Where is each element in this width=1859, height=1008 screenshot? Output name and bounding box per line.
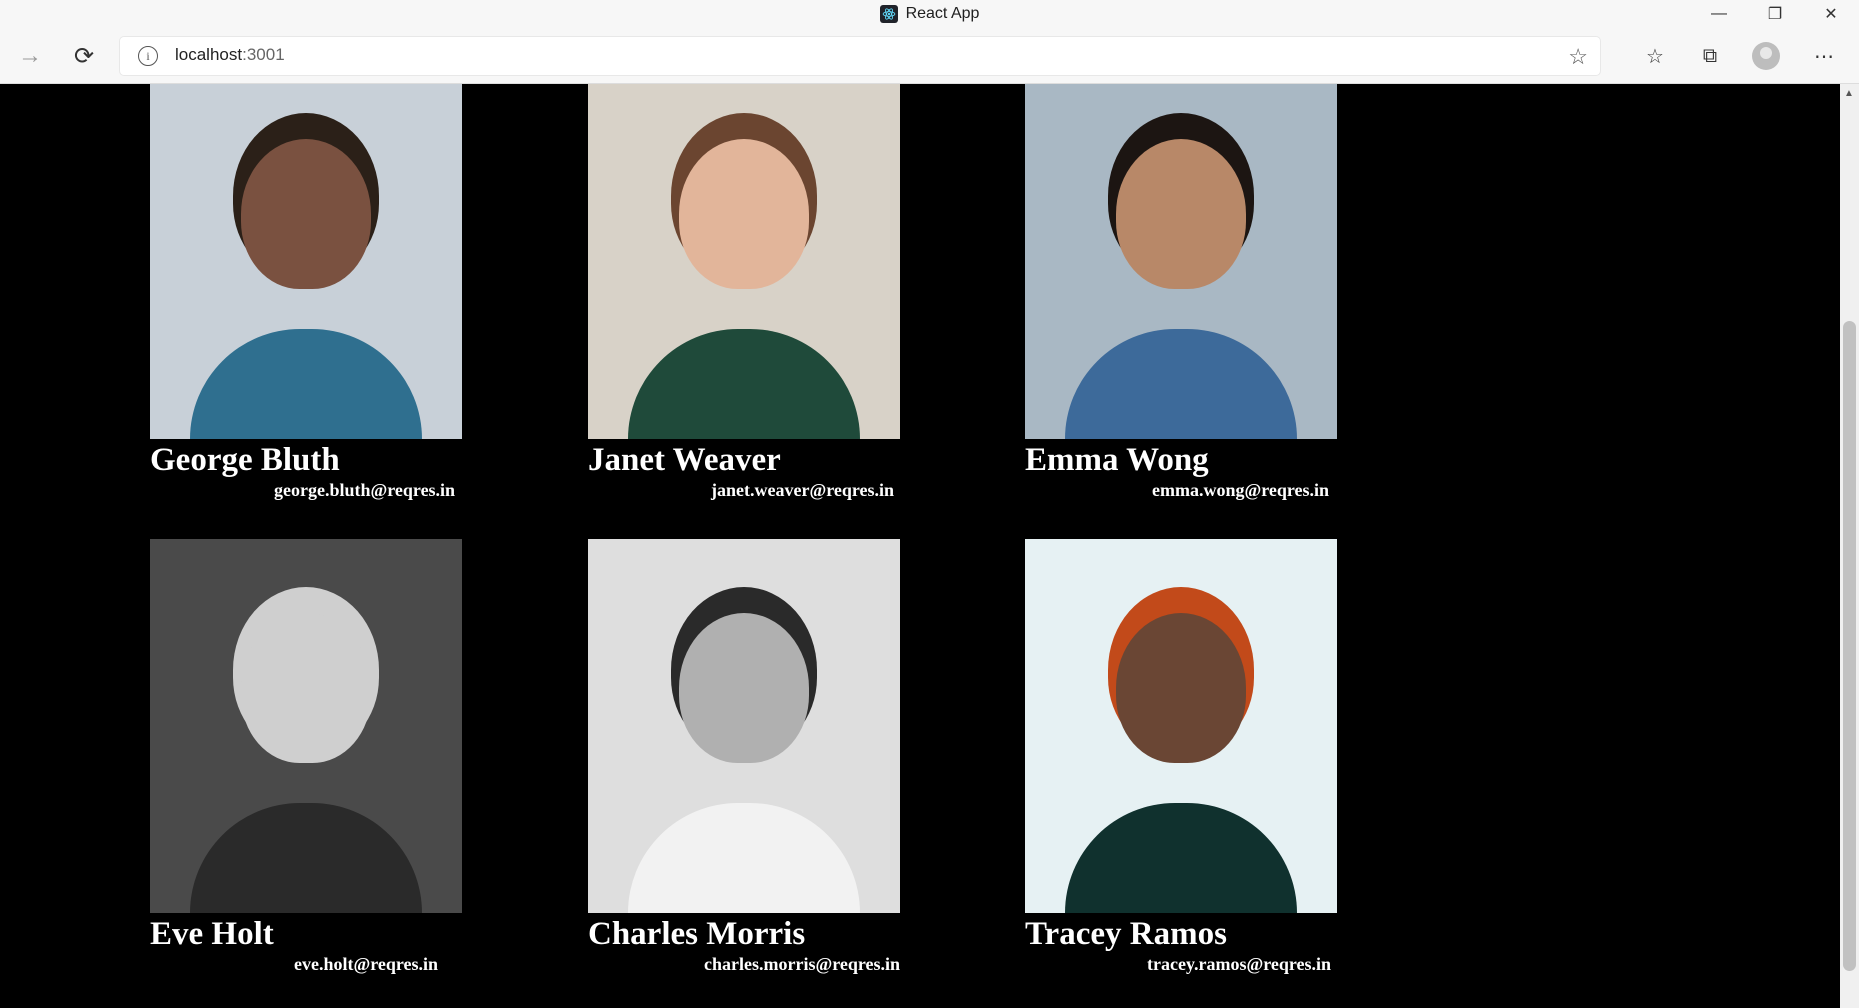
user-photo: [150, 84, 462, 439]
site-info-icon[interactable]: i: [138, 46, 158, 66]
user-email: tracey.ramos@reqres.in: [1147, 954, 1332, 974]
user-name: Emma Wong: [1025, 442, 1209, 478]
user-name: Charles Morris: [588, 916, 806, 952]
add-favorite-icon[interactable]: ☆: [1568, 44, 1588, 70]
url-host: localhost: [175, 45, 243, 64]
user-email: charles.morris@reqres.in: [704, 954, 901, 974]
forward-arrow-icon[interactable]: →: [12, 38, 48, 74]
window-title: React App: [905, 5, 980, 22]
user-photo: [588, 84, 900, 439]
more-options-icon[interactable]: ⋯: [1806, 38, 1842, 74]
react-logo-icon: [879, 5, 898, 23]
restore-icon[interactable]: ❐: [1747, 0, 1803, 28]
user-email: janet.weaver@reqres.in: [711, 480, 895, 500]
user-email: george.bluth@reqres.in: [274, 480, 456, 500]
user-name: Janet Weaver: [588, 442, 781, 478]
address-bar[interactable]: i localhost:3001 ☆: [120, 37, 1600, 75]
user-name: George Bluth: [150, 442, 340, 478]
refresh-icon[interactable]: ⟳: [66, 38, 102, 74]
user-photo: [588, 539, 900, 913]
browser-toolbar: → ⟳ i localhost:3001 ☆ ☆ ⧉ ⋯: [0, 28, 1859, 84]
title-bar: React App — ❐ ✕: [0, 0, 1859, 28]
photo-torso: [1065, 803, 1297, 913]
window-controls: — ❐ ✕: [1691, 0, 1859, 28]
url-text[interactable]: localhost:3001: [175, 45, 285, 65]
photo-head: [241, 139, 371, 289]
window-title-area: React App: [0, 0, 1859, 28]
photo-head: [241, 613, 371, 763]
photo-torso: [628, 803, 860, 913]
user-email: eve.holt@reqres.in: [294, 954, 439, 974]
collections-icon[interactable]: ⧉: [1692, 38, 1728, 74]
url-port: :3001: [242, 45, 285, 64]
photo-torso: [1065, 329, 1297, 439]
scroll-up-arrow-icon[interactable]: ▲: [1844, 88, 1854, 99]
page-viewport: George Bluth george.bluth@reqres.in Jane…: [0, 84, 1840, 1008]
user-email: emma.wong@reqres.in: [1152, 480, 1330, 500]
photo-head: [1116, 139, 1246, 289]
user-photo: [1025, 539, 1337, 913]
user-name: Tracey Ramos: [1025, 916, 1227, 952]
photo-head: [679, 613, 809, 763]
scrollbar-thumb[interactable]: [1843, 321, 1856, 971]
page-scrollbar[interactable]: ▲: [1840, 84, 1859, 1008]
photo-head: [1116, 613, 1246, 763]
profile-avatar[interactable]: [1752, 42, 1780, 70]
user-name: Eve Holt: [150, 916, 274, 952]
user-photo: [150, 539, 462, 913]
photo-torso: [190, 803, 422, 913]
minimize-icon[interactable]: —: [1691, 0, 1747, 28]
photo-torso: [628, 329, 860, 439]
photo-head: [679, 139, 809, 289]
user-photo: [1025, 84, 1337, 439]
photo-torso: [190, 329, 422, 439]
favorites-icon[interactable]: ☆: [1637, 38, 1673, 74]
close-icon[interactable]: ✕: [1803, 0, 1859, 28]
